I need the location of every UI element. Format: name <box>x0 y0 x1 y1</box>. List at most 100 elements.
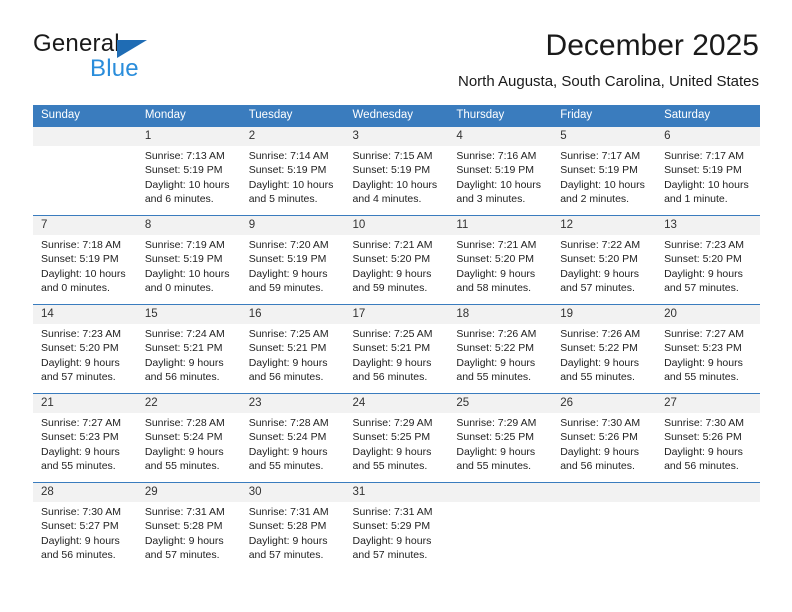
weekday-header-friday: Friday <box>552 105 657 127</box>
calendar-day-cell[interactable]: 17 Sunrise: 7:25 AM Sunset: 5:21 PM Dayligh… <box>344 304 449 394</box>
sunrise-text: Sunrise: 7:21 AM <box>352 239 433 251</box>
sunrise-text: Sunrise: 7:23 AM <box>41 328 121 340</box>
calendar-day-cell-empty <box>33 126 137 216</box>
day-details: Sunrise: 7:31 AM Sunset: 5:29 PM Daylight:… <box>345 502 449 563</box>
sunset-text: Sunset: 5:19 PM <box>456 164 535 177</box>
day-cell-inner: 8 Sunrise: 7:19 AM Sunset: 5:19 PM Daylight… <box>136 216 241 304</box>
day-cell-inner: 26 Sunrise: 7:30 AM Sunset: 5:26 PM Dayligh… <box>552 394 657 482</box>
day-number: 24 <box>344 394 449 413</box>
daylight-text-cont: and 55 minutes. <box>248 460 324 473</box>
general-blue-logo[interactable]: General Blue <box>33 30 243 88</box>
calendar-day-cell[interactable]: 14 Sunrise: 7:23 AM Sunset: 5:20 PM Dayligh… <box>33 304 137 394</box>
day-number: 29 <box>136 483 241 502</box>
daylight-text-cont: and 6 minutes. <box>144 193 214 206</box>
sunset-text: Sunset: 5:29 PM <box>352 520 431 533</box>
day-number: 14 <box>33 305 137 324</box>
sunset-text: Sunset: 5:25 PM <box>456 431 535 444</box>
calendar-day-cell[interactable]: 29 Sunrise: 7:31 AM Sunset: 5:28 PM Dayligh… <box>136 482 241 571</box>
calendar-day-cell[interactable]: 2 Sunrise: 7:14 AM Sunset: 5:19 PM Daylight… <box>240 126 345 216</box>
calendar-day-cell[interactable]: 12 Sunrise: 7:22 AM Sunset: 5:20 PM Dayligh… <box>552 215 657 305</box>
sunrise-text: Sunrise: 7:30 AM <box>41 506 121 518</box>
calendar-day-cell[interactable]: 24 Sunrise: 7:29 AM Sunset: 5:25 PM Dayligh… <box>344 393 449 483</box>
sunset-text: Sunset: 5:20 PM <box>664 253 742 266</box>
calendar-day-cell[interactable]: 26 Sunrise: 7:30 AM Sunset: 5:26 PM Dayligh… <box>552 393 657 483</box>
calendar-week-row: 1 Sunrise: 7:13 AM Sunset: 5:19 PM Daylight… <box>33 126 760 216</box>
calendar-day-cell[interactable]: 18 Sunrise: 7:26 AM Sunset: 5:22 PM Dayligh… <box>448 304 553 394</box>
sunrise-text: Sunrise: 7:17 AM <box>560 150 641 162</box>
day-details: Sunrise: 7:27 AM Sunset: 5:23 PM Daylight:… <box>656 324 760 385</box>
daylight-text: Daylight: 10 hours <box>41 267 126 280</box>
calendar-day-cell[interactable]: 19 Sunrise: 7:26 AM Sunset: 5:22 PM Dayligh… <box>552 304 657 394</box>
calendar-day-cell[interactable]: 3 Sunrise: 7:15 AM Sunset: 5:19 PM Daylight… <box>344 126 449 216</box>
sunset-text: Sunset: 5:19 PM <box>352 164 431 177</box>
calendar-day-cell[interactable]: 9 Sunrise: 7:20 AM Sunset: 5:19 PM Daylight… <box>240 215 345 305</box>
calendar-day-cell[interactable]: 20 Sunrise: 7:27 AM Sunset: 5:23 PM Dayligh… <box>656 304 760 394</box>
calendar-day-cell[interactable]: 7 Sunrise: 7:18 AM Sunset: 5:19 PM Daylight… <box>33 215 137 305</box>
calendar-day-cell[interactable]: 30 Sunrise: 7:31 AM Sunset: 5:28 PM Dayligh… <box>240 482 345 571</box>
calendar-day-cell[interactable]: 11 Sunrise: 7:21 AM Sunset: 5:20 PM Dayligh… <box>448 215 553 305</box>
daylight-text-cont: and 56 minutes. <box>41 549 116 562</box>
day-cell-inner <box>552 483 657 571</box>
daylight-text: Daylight: 9 hours <box>664 356 743 369</box>
day-details: Sunrise: 7:22 AM Sunset: 5:20 PM Daylight:… <box>552 235 656 296</box>
calendar-day-cell[interactable]: 6 Sunrise: 7:17 AM Sunset: 5:19 PM Daylight… <box>656 126 760 216</box>
calendar-day-cell[interactable]: 22 Sunrise: 7:28 AM Sunset: 5:24 PM Dayligh… <box>136 393 241 483</box>
calendar-day-cell[interactable]: 28 Sunrise: 7:30 AM Sunset: 5:27 PM Dayligh… <box>33 482 137 571</box>
sunrise-text: Sunrise: 7:20 AM <box>248 239 329 251</box>
daylight-text-cont: and 57 minutes. <box>248 549 324 562</box>
day-cell-inner: 7 Sunrise: 7:18 AM Sunset: 5:19 PM Daylight… <box>33 216 137 304</box>
day-cell-inner: 22 Sunrise: 7:28 AM Sunset: 5:24 PM Dayligh… <box>136 394 241 482</box>
calendar-day-cell-empty <box>552 482 657 571</box>
daylight-text: Daylight: 9 hours <box>248 267 328 280</box>
day-number: 2 <box>240 127 345 146</box>
calendar-page: General Blue December 2025 North Augusta… <box>0 0 792 612</box>
day-cell-inner: 11 Sunrise: 7:21 AM Sunset: 5:20 PM Dayligh… <box>448 216 553 304</box>
page-header: General Blue December 2025 North Augusta… <box>33 28 759 96</box>
sunrise-text: Sunrise: 7:17 AM <box>664 150 745 162</box>
daylight-text-cont: and 3 minutes. <box>456 193 526 206</box>
calendar-week-row: 28 Sunrise: 7:30 AM Sunset: 5:27 PM Dayligh… <box>33 482 760 571</box>
calendar-day-cell[interactable]: 4 Sunrise: 7:16 AM Sunset: 5:19 PM Daylight… <box>448 126 553 216</box>
daylight-text: Daylight: 10 hours <box>560 178 645 191</box>
day-cell-inner: 17 Sunrise: 7:25 AM Sunset: 5:21 PM Dayligh… <box>344 305 449 393</box>
daylight-text: Daylight: 9 hours <box>664 445 743 458</box>
day-cell-inner: 5 Sunrise: 7:17 AM Sunset: 5:19 PM Daylight… <box>552 127 657 215</box>
day-number: 25 <box>448 394 553 413</box>
sunset-text: Sunset: 5:19 PM <box>560 164 638 177</box>
day-number: 31 <box>344 483 449 502</box>
day-number: 4 <box>448 127 553 146</box>
sunrise-text: Sunrise: 7:22 AM <box>560 239 641 251</box>
sunrise-text: Sunrise: 7:30 AM <box>664 417 745 429</box>
logo-text-blue: Blue <box>90 55 139 82</box>
day-details: Sunrise: 7:31 AM Sunset: 5:28 PM Daylight:… <box>241 502 345 563</box>
day-details: Sunrise: 7:19 AM Sunset: 5:19 PM Daylight:… <box>137 235 241 296</box>
day-number: 26 <box>552 394 657 413</box>
calendar-day-cell[interactable]: 13 Sunrise: 7:23 AM Sunset: 5:20 PM Dayligh… <box>656 215 760 305</box>
daylight-text: Daylight: 9 hours <box>352 534 432 547</box>
calendar-day-cell[interactable]: 8 Sunrise: 7:19 AM Sunset: 5:19 PM Daylight… <box>136 215 241 305</box>
daylight-text: Daylight: 9 hours <box>560 356 640 369</box>
calendar-day-cell[interactable]: 15 Sunrise: 7:24 AM Sunset: 5:21 PM Dayligh… <box>136 304 241 394</box>
sunrise-text: Sunrise: 7:25 AM <box>352 328 433 340</box>
day-details: Sunrise: 7:27 AM Sunset: 5:23 PM Daylight:… <box>33 413 137 474</box>
day-details: Sunrise: 7:23 AM Sunset: 5:20 PM Daylight:… <box>656 235 760 296</box>
day-number: 23 <box>240 394 345 413</box>
calendar-day-cell[interactable]: 23 Sunrise: 7:28 AM Sunset: 5:24 PM Dayligh… <box>240 393 345 483</box>
day-details: Sunrise: 7:20 AM Sunset: 5:19 PM Daylight:… <box>241 235 345 296</box>
calendar-day-cell[interactable]: 31 Sunrise: 7:31 AM Sunset: 5:29 PM Dayligh… <box>344 482 449 571</box>
calendar-day-cell[interactable]: 21 Sunrise: 7:27 AM Sunset: 5:23 PM Dayligh… <box>33 393 137 483</box>
day-details: Sunrise: 7:18 AM Sunset: 5:19 PM Daylight:… <box>33 235 137 296</box>
calendar-day-cell[interactable]: 25 Sunrise: 7:29 AM Sunset: 5:25 PM Dayligh… <box>448 393 553 483</box>
daylight-text-cont: and 5 minutes. <box>248 193 318 206</box>
calendar-day-cell[interactable]: 27 Sunrise: 7:30 AM Sunset: 5:26 PM Dayligh… <box>656 393 760 483</box>
daylight-text-cont: and 55 minutes. <box>664 371 739 384</box>
day-cell-inner: 6 Sunrise: 7:17 AM Sunset: 5:19 PM Daylight… <box>656 127 760 215</box>
calendar-day-cell[interactable]: 10 Sunrise: 7:21 AM Sunset: 5:20 PM Dayligh… <box>344 215 449 305</box>
sunrise-text: Sunrise: 7:14 AM <box>248 150 329 162</box>
day-cell-inner: 20 Sunrise: 7:27 AM Sunset: 5:23 PM Dayligh… <box>656 305 760 393</box>
calendar-day-cell[interactable]: 16 Sunrise: 7:25 AM Sunset: 5:21 PM Dayligh… <box>240 304 345 394</box>
calendar-day-cell[interactable]: 1 Sunrise: 7:13 AM Sunset: 5:19 PM Daylight… <box>136 126 241 216</box>
day-number: 5 <box>552 127 657 146</box>
daylight-text-cont: and 56 minutes. <box>248 371 324 384</box>
calendar-day-cell[interactable]: 5 Sunrise: 7:17 AM Sunset: 5:19 PM Daylight… <box>552 126 657 216</box>
